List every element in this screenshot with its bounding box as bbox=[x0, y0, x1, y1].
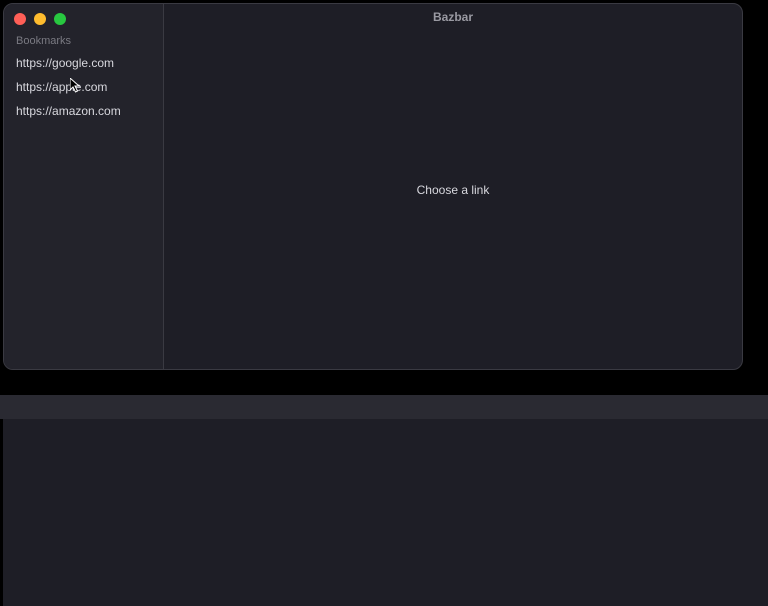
zoom-icon[interactable] bbox=[54, 13, 66, 25]
traffic-lights bbox=[4, 4, 163, 31]
titlebar[interactable]: Bazbar bbox=[164, 4, 742, 30]
app-window: Bookmarks https://google.com https://app… bbox=[3, 3, 743, 370]
separator-bar bbox=[0, 395, 768, 419]
lower-panel bbox=[3, 419, 768, 606]
minimize-icon[interactable] bbox=[34, 13, 46, 25]
window-title: Bazbar bbox=[433, 10, 473, 24]
bookmark-item[interactable]: https://apple.com bbox=[4, 75, 163, 99]
bookmark-list: https://google.com https://apple.com htt… bbox=[4, 51, 163, 123]
content-area: Choose a link bbox=[164, 30, 742, 369]
placeholder-text: Choose a link bbox=[417, 183, 490, 197]
bookmark-item[interactable]: https://google.com bbox=[4, 51, 163, 75]
main-area: Bazbar Choose a link bbox=[164, 4, 742, 369]
sidebar: Bookmarks https://google.com https://app… bbox=[4, 4, 164, 369]
bookmark-item[interactable]: https://amazon.com bbox=[4, 99, 163, 123]
sidebar-section-header: Bookmarks bbox=[4, 31, 163, 51]
close-icon[interactable] bbox=[14, 13, 26, 25]
